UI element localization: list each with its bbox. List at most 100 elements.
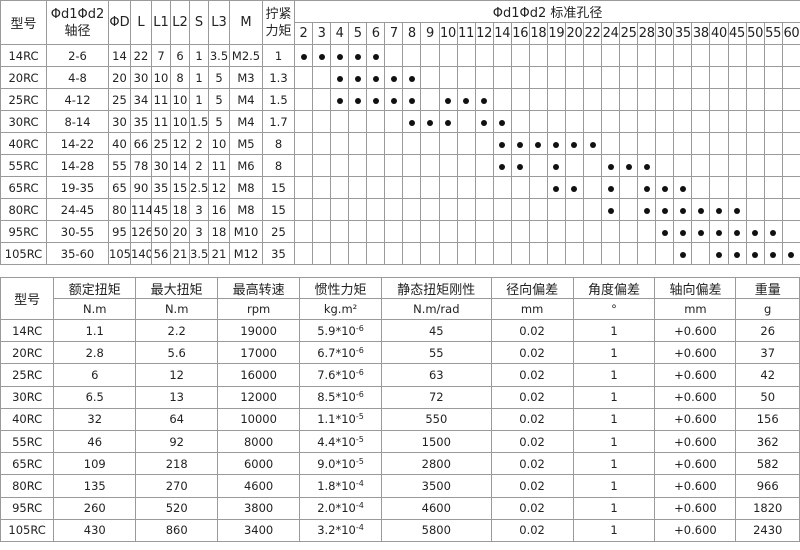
bore-cell-38 [691, 66, 711, 89]
bore-cell-60 [781, 176, 800, 199]
bore-cell-24 [601, 198, 621, 221]
diameter-header-8: 8 [402, 22, 422, 45]
bore-cell-10 [438, 154, 458, 177]
bore-cell-22 [582, 198, 603, 221]
perf-unit-inertia: kg.m² [299, 298, 383, 320]
bore-cell-55 [763, 176, 783, 199]
perf-cell-inertia: 1.1*10-5 [299, 407, 383, 431]
bore-cell-10 [438, 220, 458, 243]
bore-cell-12 [474, 242, 494, 265]
perf-cell-radial: 0.02 [490, 474, 574, 498]
bore-available-dot [607, 185, 614, 192]
perf-header-angular-deviation: 角度偏差 [572, 277, 656, 299]
bore-cell-24 [601, 154, 621, 177]
perf-header-max-speed: 最高转速 [217, 277, 301, 299]
bore-cell-2 [293, 176, 314, 199]
cell-S: 2 [189, 132, 209, 155]
bore-cell-45 [727, 198, 747, 221]
perf-cell-radial: 0.02 [490, 318, 574, 343]
perf-cell-rated: 46 [53, 429, 137, 454]
perf-header-model: 型号 [0, 277, 55, 320]
performance-row-40RC: 40RC 32 64 10000 1.1*10-5 550 0.02 1 +0.600 156 [0, 407, 800, 431]
bore-cell-30 [655, 220, 675, 243]
bore-cell-5 [348, 44, 368, 67]
cell-L1: 25 [151, 132, 171, 155]
perf-cell-inertia: 4.4*10-5 [299, 429, 383, 454]
cell-D: 105 [108, 242, 131, 265]
cell-model: 95RC [0, 220, 47, 243]
bore-cell-9 [420, 176, 440, 199]
perf-unit-radial-deviation: mm [490, 298, 574, 320]
bore-cell-12 [474, 176, 494, 199]
bore-cell-50 [745, 88, 765, 111]
perf-cell-stiff: 3500 [381, 474, 492, 498]
dimension-row-55RC: 55RC 14-28 55 78 30 14 2 11 M6 8 [0, 154, 800, 177]
perf-cell-model: 40RC [0, 407, 55, 431]
bore-cell-40 [709, 176, 729, 199]
inertia-exponent: -5 [355, 456, 364, 466]
cell-L2: 18 [170, 198, 190, 221]
bore-cell-4 [330, 176, 350, 199]
cell-torque: 1.5 [262, 88, 295, 111]
bore-cell-3 [312, 66, 332, 89]
perf-cell-model: 20RC [0, 341, 55, 365]
bore-cell-30 [655, 176, 675, 199]
bore-cell-9 [420, 242, 440, 265]
perf-cell-weight: 362 [735, 429, 800, 454]
cell-torque: 1.3 [262, 66, 295, 89]
cell-L3: 5 [208, 110, 230, 133]
bore-cell-22 [582, 44, 603, 67]
bore-cell-19 [546, 110, 566, 133]
bore-cell-45 [727, 220, 747, 243]
bore-cell-50 [745, 220, 765, 243]
bore-available-dot [318, 53, 325, 60]
cell-L1: 11 [151, 88, 171, 111]
perf-cell-stiff: 550 [381, 407, 492, 431]
bore-available-dot [715, 251, 722, 258]
perf-cell-angle: 1 [572, 518, 656, 542]
bore-cell-35 [673, 154, 693, 177]
bore-cell-40 [709, 132, 729, 155]
col-header-bore-top: Φd1Φd2 [50, 6, 105, 22]
bore-cell-7 [384, 198, 404, 221]
perf-header-rated-torque: 额定扭矩 [53, 277, 137, 299]
bore-cell-28 [637, 242, 657, 265]
bore-cell-11 [456, 154, 476, 177]
bore-available-dot [571, 185, 578, 192]
bore-cell-10 [438, 44, 458, 67]
diameter-header-4: 4 [330, 22, 350, 45]
perf-cell-axial: +0.600 [654, 496, 737, 520]
bore-cell-45 [727, 44, 747, 67]
bore-available-dot [408, 97, 415, 104]
diameter-header-45: 45 [727, 22, 747, 45]
bore-cell-40 [709, 44, 729, 67]
cell-S: 3.5 [189, 242, 209, 265]
perf-cell-axial: +0.600 [654, 429, 737, 454]
cell-L2: 10 [170, 110, 190, 133]
bore-cell-8 [402, 176, 422, 199]
dimension-row-40RC: 40RC 14-22 40 66 25 12 2 10 M5 8 [0, 132, 800, 155]
bore-cell-24 [601, 176, 621, 199]
bore-cell-22 [582, 176, 603, 199]
bore-cell-4 [330, 132, 350, 155]
bore-cell-50 [745, 66, 765, 89]
cell-M: M6 [229, 154, 263, 177]
bore-cell-35 [673, 88, 693, 111]
cell-bore: 14-28 [46, 154, 109, 177]
perf-cell-angle: 1 [572, 474, 656, 498]
cell-M: M8 [229, 176, 263, 199]
col-header-torque-bottom: 力矩 [265, 23, 292, 39]
diameter-header-28: 28 [637, 22, 657, 45]
bore-cell-55 [763, 66, 783, 89]
perf-cell-axial: +0.600 [654, 474, 737, 498]
bore-cell-7 [384, 176, 404, 199]
bore-cell-22 [582, 66, 603, 89]
diameter-header-7: 7 [384, 22, 404, 45]
bore-cell-22 [582, 88, 603, 111]
perf-cell-angle: 1 [572, 318, 656, 343]
bore-cell-35 [673, 242, 693, 265]
dimension-row-105RC: 105RC 35-60 105 140 56 21 3.5 21 M12 35 [0, 242, 800, 265]
perf-unit-angular-deviation: ° [572, 298, 656, 320]
performance-header-row: 型号 额定扭矩 最大扭矩 最高转速 惯性力矩 静态扭矩刚性 径向偏差 角度偏差 轴向偏差 重量 [0, 277, 800, 320]
std-bore-title: Φd1Φd2 标准孔径 [293, 0, 800, 23]
